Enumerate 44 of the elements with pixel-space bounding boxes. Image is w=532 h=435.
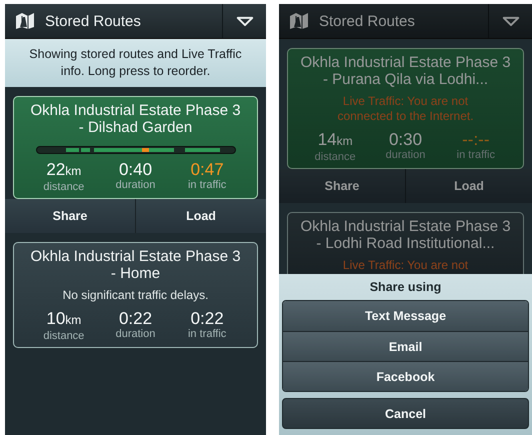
traffic-message: Live Traffic: You are not connected to the Internet. <box>336 94 475 124</box>
stat-value: 0:22 <box>118 309 152 328</box>
stat-value: 14km <box>318 130 353 151</box>
route-card[interactable]: Okhla Industrial Estate Phase 3 - Purana Qila via Lodhi... Live Traffic: You are not connected to the Internet. 14km distance 0:30 duration --:-- in traffic <box>287 48 524 169</box>
route-action-button[interactable]: Share <box>279 169 405 203</box>
route-card[interactable]: Okhla Industrial Estate Phase 3 - Home No significant traffic delays. 10km distance 0:22 duration 0:22 in traffic <box>13 242 258 348</box>
route-action-button[interactable]: Load <box>135 199 266 233</box>
stat-label: duration <box>116 328 156 340</box>
stat-label: in traffic <box>188 328 226 340</box>
stat-label: distance <box>314 151 356 163</box>
route-title: Okhla Industrial Estate Phase 3 - Home <box>29 248 242 282</box>
route-action-button[interactable]: Load <box>405 169 532 203</box>
stat-label: in traffic <box>188 179 226 191</box>
route-title: Okhla Industrial Estate Phase 3 - Dilshad Garden <box>29 102 242 136</box>
route-title: Okhla Industrial Estate Phase 3 - Lodhi Road Institutional... <box>300 218 511 252</box>
screen-title: Stored Routes <box>319 12 416 30</box>
stat-value: 0:47 <box>190 160 224 179</box>
stat-label: distance <box>43 330 84 342</box>
cancel-button[interactable]: Cancel <box>282 398 529 429</box>
stat-label: distance <box>43 181 84 193</box>
stat-label: duration <box>116 179 156 191</box>
info-banner: Showing stored routes and Live Traffic info. Long press to reorder. <box>5 39 266 87</box>
stat-value: 0:30 <box>388 130 422 149</box>
chevron-down-icon <box>236 16 254 26</box>
route-card[interactable]: Okhla Industrial Estate Phase 3 - Dilshad Garden 22km distance 0:40 duration 0:47 in traffic <box>13 96 258 199</box>
chevron-down-icon <box>502 16 520 26</box>
stat-label: in traffic <box>456 149 495 161</box>
share-option-button[interactable]: Email <box>283 331 528 361</box>
stat-value: --:-- <box>462 130 490 149</box>
stat-value: 0:40 <box>118 160 152 179</box>
sheet-title: Share using <box>368 279 442 296</box>
traffic-message: No significant traffic delays. <box>62 288 210 303</box>
stat-label: duration <box>386 149 426 161</box>
folded-map-icon <box>15 12 35 30</box>
route-title: Okhla Industrial Estate Phase 3 - Purana Qila via Lodhi... <box>300 54 511 88</box>
stat-value: 10km <box>46 309 82 330</box>
share-option-button[interactable]: Facebook <box>283 361 528 391</box>
share-option-button[interactable]: Text Message <box>283 301 528 331</box>
stat-value: 22km <box>46 160 82 181</box>
screen-title: Stored Routes <box>45 12 142 30</box>
route-action-button[interactable]: Share <box>5 199 135 233</box>
folded-map-icon <box>289 12 309 30</box>
stat-value: 0:22 <box>190 309 224 328</box>
traffic-message: Live Traffic: You are not <box>342 258 470 273</box>
